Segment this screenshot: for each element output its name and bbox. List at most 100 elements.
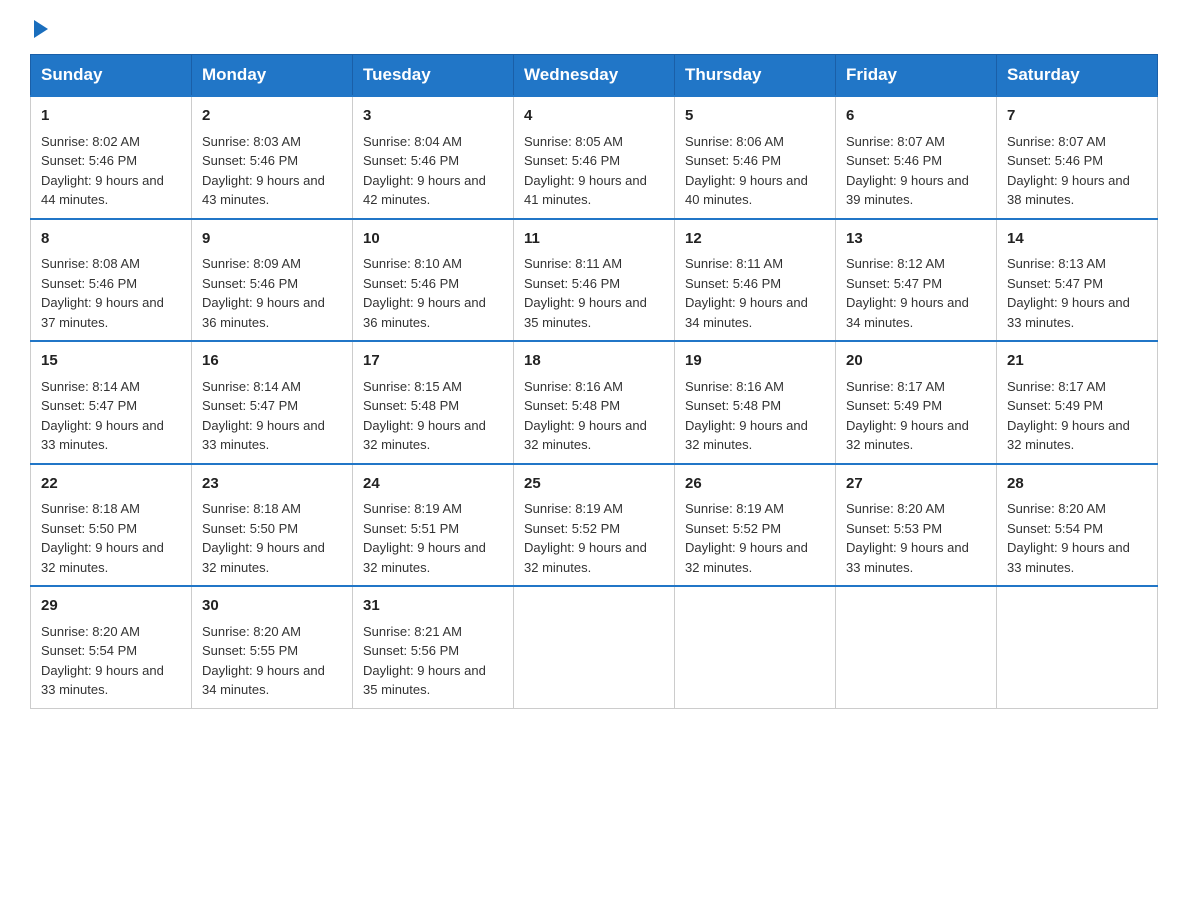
day-info: Sunrise: 8:16 AMSunset: 5:48 PMDaylight:… (524, 379, 647, 453)
day-cell: 27 Sunrise: 8:20 AMSunset: 5:53 PMDaylig… (836, 464, 997, 587)
day-number: 9 (202, 228, 342, 251)
day-cell: 12 Sunrise: 8:11 AMSunset: 5:46 PMDaylig… (675, 219, 836, 342)
day-cell (836, 586, 997, 708)
header-sunday: Sunday (31, 55, 192, 97)
day-number: 21 (1007, 350, 1147, 373)
day-info: Sunrise: 8:11 AMSunset: 5:46 PMDaylight:… (685, 256, 808, 330)
day-number: 30 (202, 595, 342, 618)
day-number: 31 (363, 595, 503, 618)
day-cell: 28 Sunrise: 8:20 AMSunset: 5:54 PMDaylig… (997, 464, 1158, 587)
day-info: Sunrise: 8:15 AMSunset: 5:48 PMDaylight:… (363, 379, 486, 453)
day-cell: 15 Sunrise: 8:14 AMSunset: 5:47 PMDaylig… (31, 341, 192, 464)
day-info: Sunrise: 8:03 AMSunset: 5:46 PMDaylight:… (202, 134, 325, 208)
day-number: 24 (363, 473, 503, 496)
day-cell: 6 Sunrise: 8:07 AMSunset: 5:46 PMDayligh… (836, 96, 997, 219)
day-info: Sunrise: 8:17 AMSunset: 5:49 PMDaylight:… (846, 379, 969, 453)
logo-blue-text (30, 20, 48, 38)
day-number: 7 (1007, 105, 1147, 128)
day-cell: 7 Sunrise: 8:07 AMSunset: 5:46 PMDayligh… (997, 96, 1158, 219)
header-monday: Monday (192, 55, 353, 97)
day-info: Sunrise: 8:13 AMSunset: 5:47 PMDaylight:… (1007, 256, 1130, 330)
day-number: 17 (363, 350, 503, 373)
day-number: 6 (846, 105, 986, 128)
day-cell: 21 Sunrise: 8:17 AMSunset: 5:49 PMDaylig… (997, 341, 1158, 464)
day-number: 12 (685, 228, 825, 251)
day-info: Sunrise: 8:19 AMSunset: 5:51 PMDaylight:… (363, 501, 486, 575)
day-cell: 23 Sunrise: 8:18 AMSunset: 5:50 PMDaylig… (192, 464, 353, 587)
week-row-3: 15 Sunrise: 8:14 AMSunset: 5:47 PMDaylig… (31, 341, 1158, 464)
header-thursday: Thursday (675, 55, 836, 97)
day-info: Sunrise: 8:18 AMSunset: 5:50 PMDaylight:… (202, 501, 325, 575)
day-info: Sunrise: 8:18 AMSunset: 5:50 PMDaylight:… (41, 501, 164, 575)
day-number: 27 (846, 473, 986, 496)
day-number: 2 (202, 105, 342, 128)
day-cell (514, 586, 675, 708)
day-info: Sunrise: 8:16 AMSunset: 5:48 PMDaylight:… (685, 379, 808, 453)
day-number: 20 (846, 350, 986, 373)
day-cell: 14 Sunrise: 8:13 AMSunset: 5:47 PMDaylig… (997, 219, 1158, 342)
day-info: Sunrise: 8:12 AMSunset: 5:47 PMDaylight:… (846, 256, 969, 330)
day-cell: 31 Sunrise: 8:21 AMSunset: 5:56 PMDaylig… (353, 586, 514, 708)
day-cell: 4 Sunrise: 8:05 AMSunset: 5:46 PMDayligh… (514, 96, 675, 219)
calendar-table: SundayMondayTuesdayWednesdayThursdayFrid… (30, 54, 1158, 709)
day-cell: 25 Sunrise: 8:19 AMSunset: 5:52 PMDaylig… (514, 464, 675, 587)
day-info: Sunrise: 8:20 AMSunset: 5:55 PMDaylight:… (202, 624, 325, 698)
day-number: 1 (41, 105, 181, 128)
day-number: 18 (524, 350, 664, 373)
day-info: Sunrise: 8:08 AMSunset: 5:46 PMDaylight:… (41, 256, 164, 330)
day-cell: 3 Sunrise: 8:04 AMSunset: 5:46 PMDayligh… (353, 96, 514, 219)
day-number: 25 (524, 473, 664, 496)
week-row-1: 1 Sunrise: 8:02 AMSunset: 5:46 PMDayligh… (31, 96, 1158, 219)
page-header (30, 20, 1158, 38)
header-wednesday: Wednesday (514, 55, 675, 97)
logo (30, 20, 48, 38)
day-number: 26 (685, 473, 825, 496)
day-info: Sunrise: 8:10 AMSunset: 5:46 PMDaylight:… (363, 256, 486, 330)
day-cell: 2 Sunrise: 8:03 AMSunset: 5:46 PMDayligh… (192, 96, 353, 219)
day-cell: 13 Sunrise: 8:12 AMSunset: 5:47 PMDaylig… (836, 219, 997, 342)
calendar-header-row: SundayMondayTuesdayWednesdayThursdayFrid… (31, 55, 1158, 97)
week-row-2: 8 Sunrise: 8:08 AMSunset: 5:46 PMDayligh… (31, 219, 1158, 342)
day-cell: 5 Sunrise: 8:06 AMSunset: 5:46 PMDayligh… (675, 96, 836, 219)
day-number: 28 (1007, 473, 1147, 496)
day-cell: 29 Sunrise: 8:20 AMSunset: 5:54 PMDaylig… (31, 586, 192, 708)
day-info: Sunrise: 8:09 AMSunset: 5:46 PMDaylight:… (202, 256, 325, 330)
day-number: 8 (41, 228, 181, 251)
day-number: 29 (41, 595, 181, 618)
header-tuesday: Tuesday (353, 55, 514, 97)
day-info: Sunrise: 8:14 AMSunset: 5:47 PMDaylight:… (202, 379, 325, 453)
day-info: Sunrise: 8:04 AMSunset: 5:46 PMDaylight:… (363, 134, 486, 208)
day-number: 13 (846, 228, 986, 251)
day-info: Sunrise: 8:20 AMSunset: 5:53 PMDaylight:… (846, 501, 969, 575)
header-saturday: Saturday (997, 55, 1158, 97)
week-row-5: 29 Sunrise: 8:20 AMSunset: 5:54 PMDaylig… (31, 586, 1158, 708)
day-number: 4 (524, 105, 664, 128)
day-info: Sunrise: 8:14 AMSunset: 5:47 PMDaylight:… (41, 379, 164, 453)
day-number: 11 (524, 228, 664, 251)
day-info: Sunrise: 8:17 AMSunset: 5:49 PMDaylight:… (1007, 379, 1130, 453)
day-cell: 19 Sunrise: 8:16 AMSunset: 5:48 PMDaylig… (675, 341, 836, 464)
day-number: 14 (1007, 228, 1147, 251)
day-cell: 16 Sunrise: 8:14 AMSunset: 5:47 PMDaylig… (192, 341, 353, 464)
day-info: Sunrise: 8:07 AMSunset: 5:46 PMDaylight:… (846, 134, 969, 208)
day-number: 10 (363, 228, 503, 251)
day-info: Sunrise: 8:07 AMSunset: 5:46 PMDaylight:… (1007, 134, 1130, 208)
day-cell: 26 Sunrise: 8:19 AMSunset: 5:52 PMDaylig… (675, 464, 836, 587)
day-cell: 18 Sunrise: 8:16 AMSunset: 5:48 PMDaylig… (514, 341, 675, 464)
day-number: 16 (202, 350, 342, 373)
day-cell: 1 Sunrise: 8:02 AMSunset: 5:46 PMDayligh… (31, 96, 192, 219)
day-number: 22 (41, 473, 181, 496)
day-info: Sunrise: 8:02 AMSunset: 5:46 PMDaylight:… (41, 134, 164, 208)
day-cell: 30 Sunrise: 8:20 AMSunset: 5:55 PMDaylig… (192, 586, 353, 708)
day-number: 3 (363, 105, 503, 128)
day-cell (675, 586, 836, 708)
day-info: Sunrise: 8:20 AMSunset: 5:54 PMDaylight:… (41, 624, 164, 698)
day-info: Sunrise: 8:05 AMSunset: 5:46 PMDaylight:… (524, 134, 647, 208)
day-cell: 24 Sunrise: 8:19 AMSunset: 5:51 PMDaylig… (353, 464, 514, 587)
day-info: Sunrise: 8:20 AMSunset: 5:54 PMDaylight:… (1007, 501, 1130, 575)
day-info: Sunrise: 8:11 AMSunset: 5:46 PMDaylight:… (524, 256, 647, 330)
day-cell: 9 Sunrise: 8:09 AMSunset: 5:46 PMDayligh… (192, 219, 353, 342)
day-number: 15 (41, 350, 181, 373)
day-cell: 17 Sunrise: 8:15 AMSunset: 5:48 PMDaylig… (353, 341, 514, 464)
header-friday: Friday (836, 55, 997, 97)
